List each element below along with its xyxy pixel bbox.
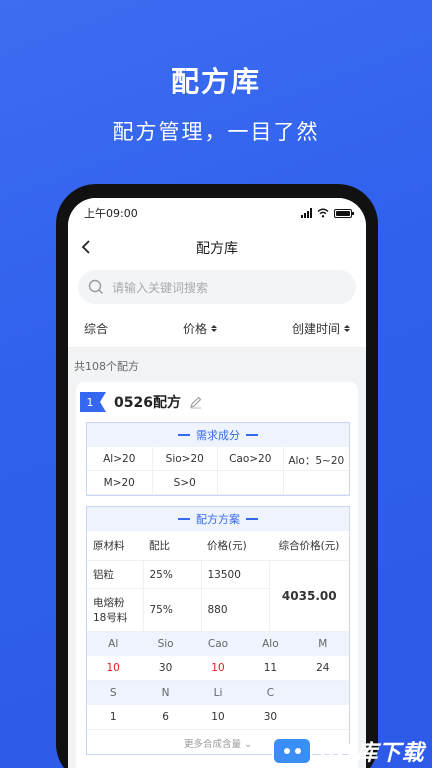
watermark-text: 8D库下载 bbox=[320, 741, 425, 766]
element-header: S bbox=[87, 681, 140, 705]
element-value: 30 bbox=[139, 656, 192, 681]
element-header: M bbox=[296, 632, 349, 656]
filter-created-label: 创建时间 bbox=[291, 322, 340, 336]
element-value: 6 bbox=[139, 705, 192, 730]
more-content-label: 更多合成含量 bbox=[183, 739, 241, 750]
requirement-item bbox=[283, 471, 349, 495]
plan-box: 配方方案 原材料 配比 价格(元) 综合价格(元) 铝粒 25% 13500 4… bbox=[86, 506, 350, 755]
requirements-title-text: 需求成分 bbox=[196, 429, 240, 442]
nav-title: 配方库 bbox=[196, 241, 238, 257]
plan-header: 配比 bbox=[143, 531, 201, 561]
filter-comprehensive[interactable]: 综合 bbox=[84, 320, 108, 337]
result-count: 共108个配方 bbox=[74, 360, 139, 373]
requirement-item: Sio>20 bbox=[152, 447, 218, 471]
plan-title-text: 配方方案 bbox=[196, 513, 240, 526]
elements-grid-1: Al Sio Cao Alo M 10 30 10 11 24 bbox=[87, 632, 349, 681]
element-value: 10 bbox=[87, 656, 140, 681]
requirements-title: 需求成分 bbox=[87, 423, 349, 447]
requirement-item: Alo：5~20 bbox=[283, 447, 349, 471]
edit-pencil-icon[interactable] bbox=[189, 395, 203, 409]
sort-icon bbox=[211, 325, 217, 332]
filter-created-time[interactable]: 创建时间 bbox=[292, 320, 350, 337]
back-arrow-icon[interactable] bbox=[78, 238, 96, 256]
element-header: Al bbox=[87, 632, 140, 656]
wifi-icon bbox=[317, 208, 329, 218]
status-icons bbox=[301, 208, 354, 218]
ratio-cell: 25% bbox=[143, 560, 202, 589]
price-cell: 13500 bbox=[201, 560, 270, 589]
element-value bbox=[296, 705, 349, 730]
filter-comprehensive-label: 综合 bbox=[84, 322, 109, 336]
promo-title: 配方库 bbox=[170, 65, 261, 98]
card-header: 1 0526配方 bbox=[80, 392, 350, 412]
battery-icon bbox=[334, 208, 354, 218]
element-value: 24 bbox=[296, 656, 349, 681]
requirement-item: S>0 bbox=[152, 471, 218, 495]
requirements-grid: Al>20 Sio>20 Cao>20 Alo：5~20 M>20 S>0 bbox=[87, 447, 349, 495]
element-value: 1 bbox=[87, 705, 140, 730]
ratio-cell: 75% bbox=[143, 588, 202, 632]
status-bar: 上午09:00 bbox=[68, 198, 366, 228]
element-header: N bbox=[139, 681, 192, 705]
element-header: Cao bbox=[191, 632, 245, 656]
watermark-logo-icon bbox=[272, 737, 312, 765]
search-placeholder: 请输入关键词搜索 bbox=[112, 280, 209, 295]
element-value: 10 bbox=[191, 705, 245, 730]
material-cell: 铝粒 bbox=[87, 560, 144, 589]
requirement-item bbox=[218, 471, 284, 495]
element-value: 10 bbox=[191, 656, 245, 681]
filter-price-label: 价格 bbox=[182, 322, 207, 336]
search-input[interactable]: 请输入关键词搜索 bbox=[78, 270, 356, 304]
price-cell: 880 bbox=[201, 588, 270, 632]
plan-table: 原材料 配比 价格(元) 综合价格(元) 铝粒 25% 13500 4035.0… bbox=[87, 531, 349, 632]
element-header: Li bbox=[191, 681, 245, 705]
elements-grid-2: S N Li C 1 6 10 30 bbox=[87, 681, 349, 730]
promo-subtitle: 配方管理，一目了然 bbox=[112, 120, 320, 144]
element-header: C bbox=[244, 681, 297, 705]
nav-bar: 配方库 bbox=[68, 228, 366, 268]
element-value: 11 bbox=[244, 656, 297, 681]
phone-screen: 上午09:00 配方库 请输入关键词搜索 综合 价格 创建时间 共108个配方 … bbox=[68, 198, 366, 768]
plan-header: 价格(元) bbox=[201, 531, 269, 561]
signal-icon bbox=[301, 208, 312, 218]
status-time: 上午09:00 bbox=[84, 207, 138, 220]
filter-price[interactable]: 价格 bbox=[183, 320, 217, 337]
phone-frame: 上午09:00 配方库 请输入关键词搜索 综合 价格 创建时间 共108个配方 … bbox=[56, 184, 378, 768]
element-value: 30 bbox=[244, 705, 297, 730]
plan-header: 综合价格(元) bbox=[269, 531, 349, 561]
divider bbox=[178, 518, 190, 520]
requirement-item: M>20 bbox=[87, 471, 153, 495]
requirement-item: Cao>20 bbox=[218, 447, 284, 471]
search-icon bbox=[88, 279, 103, 294]
plan-header: 原材料 bbox=[87, 531, 143, 561]
total-price: 4035.00 bbox=[269, 560, 349, 632]
divider bbox=[246, 434, 258, 436]
element-header: Alo bbox=[244, 632, 297, 656]
chevron-down-icon: ⌄ bbox=[244, 739, 252, 750]
recipe-card[interactable]: 1 0526配方 需求成分 Al>20 Sio>20 Cao>20 Alo：5~… bbox=[76, 382, 358, 768]
card-index-tag: 1 bbox=[80, 392, 106, 412]
divider bbox=[246, 518, 258, 520]
filter-bar: 综合 价格 创建时间 bbox=[68, 310, 366, 348]
table-row: 铝粒 25% 13500 4035.00 bbox=[87, 560, 349, 632]
watermark: 8D库下载 bbox=[272, 734, 432, 768]
requirements-box: 需求成分 Al>20 Sio>20 Cao>20 Alo：5~20 M>20 S… bbox=[86, 422, 350, 496]
element-header bbox=[296, 681, 349, 705]
card-name: 0526配方 bbox=[114, 395, 181, 411]
divider bbox=[178, 434, 190, 436]
plan-title: 配方方案 bbox=[87, 507, 349, 531]
search-wrapper: 请输入关键词搜索 bbox=[68, 268, 366, 310]
element-header: Sio bbox=[139, 632, 192, 656]
requirement-item: Al>20 bbox=[87, 447, 153, 471]
material-cell: 电熔粉18号料 bbox=[87, 588, 144, 632]
sort-icon bbox=[343, 325, 350, 332]
